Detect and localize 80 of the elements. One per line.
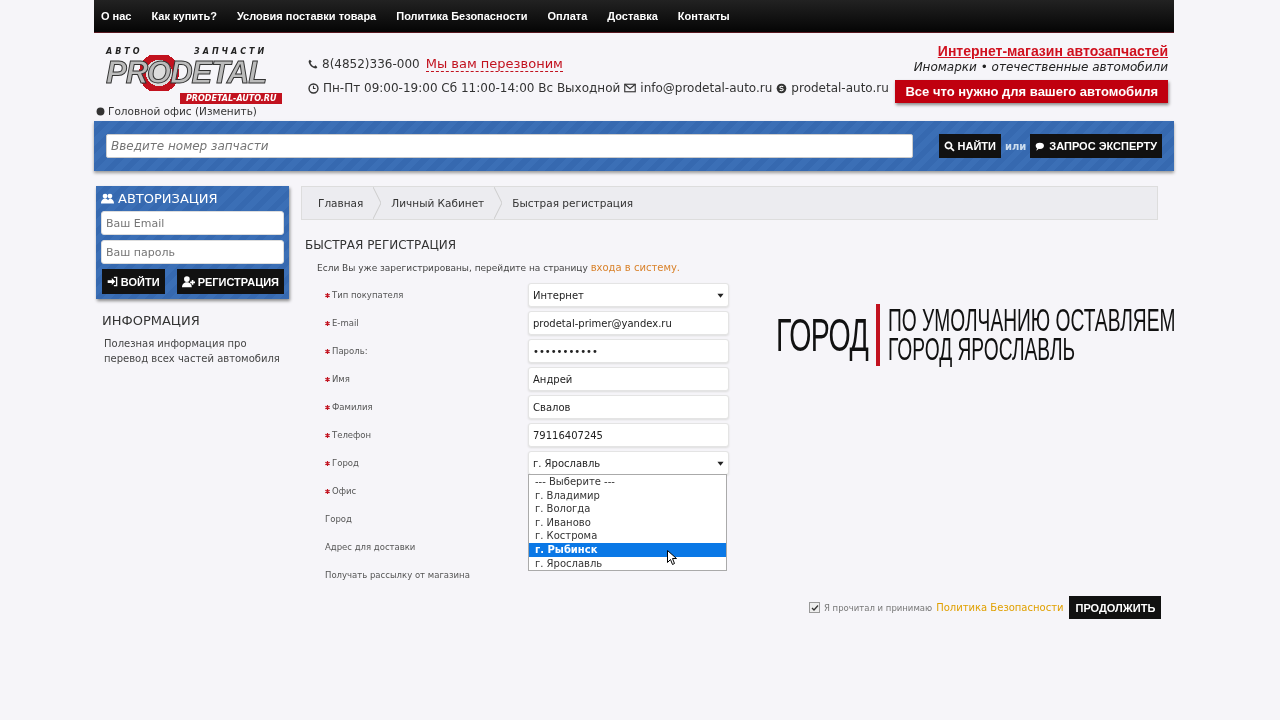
input-field[interactable]: 79116407245 xyxy=(528,423,729,447)
dropdown-option[interactable]: г. Рыбинск xyxy=(529,542,726,557)
field-label: E-mail xyxy=(301,318,528,328)
banner-slogan: Все что нужно для вашего автомобиля xyxy=(895,80,1168,103)
callback-link[interactable]: Мы вам перезвоним xyxy=(425,56,563,72)
search-icon xyxy=(943,140,955,152)
agree-checkbox[interactable] xyxy=(809,602,820,613)
caret-icon xyxy=(717,291,724,299)
info-text: Полезная информация про перевод всех частей автомобиля xyxy=(104,337,281,366)
skype-icon xyxy=(776,82,788,94)
nav-link[interactable]: О нас xyxy=(94,10,142,22)
input-field[interactable]: ••••••••••• xyxy=(528,339,729,363)
field-label: Город xyxy=(324,514,353,524)
info-title: ИНФОРМАЦИЯ xyxy=(102,313,201,328)
dropdown-option[interactable]: г. Владимир xyxy=(529,488,726,503)
search-field[interactable]: Введите номер запчасти xyxy=(106,134,913,158)
search-button[interactable]: НАЙТИ xyxy=(938,134,1001,158)
field-label: Пароль: xyxy=(301,346,528,356)
phone-number: 8(4852)336-000 xyxy=(322,57,420,71)
breadcrumb-separator xyxy=(494,187,503,219)
banner-subtitle: Иномарки • отечественные автомобили xyxy=(913,60,1168,74)
input-field[interactable]: Свалов xyxy=(528,395,729,419)
working-hours: Пн-Пт 09:00-19:00 Сб 11:00-14:00 Вс Выходной xyxy=(323,81,621,95)
breadcrumb-link[interactable]: Личный Кабинет xyxy=(381,197,495,209)
dropdown-option[interactable]: г. Ярославль xyxy=(529,556,726,571)
field-label: Тип покупателя xyxy=(301,290,528,300)
input-field[interactable]: prodetal-primer@yandex.ru xyxy=(528,311,729,335)
dropdown-option[interactable]: г. Иваново xyxy=(529,515,726,530)
field-label: Имя xyxy=(301,374,528,384)
breadcrumb-link[interactable]: Главная xyxy=(308,197,374,209)
user-plus-icon xyxy=(181,275,195,288)
sign-in-icon xyxy=(106,276,118,287)
field-label: Фамилия xyxy=(301,402,528,412)
chat-icon xyxy=(1035,140,1047,152)
clock-icon xyxy=(308,82,319,94)
email-field[interactable]: Ваш Email xyxy=(101,211,284,235)
logo-site: PRODETAL-AUTO.RU xyxy=(180,93,283,104)
nav-link[interactable]: Политика Безопасности xyxy=(386,10,538,22)
input-field[interactable]: Андрей xyxy=(528,367,729,391)
phone-icon xyxy=(308,59,318,69)
agree-text: Я прочитал и принимаю xyxy=(824,602,933,613)
logo-text: АВТО xyxy=(106,47,143,56)
field-label: Получать рассылку от магазина xyxy=(324,570,471,580)
continue-button[interactable]: ПРОДОЛЖИТЬ xyxy=(1069,596,1162,619)
select-field[interactable]: Интернет xyxy=(528,283,729,307)
login-notice: Если Вы уже зарегистрированы, перейдите на страницу входа в систему. xyxy=(317,262,682,273)
banner-title: Интернет-магазин автозапчастей xyxy=(937,43,1168,59)
pointer-icon xyxy=(667,550,677,565)
select-field[interactable]: г. Ярославль xyxy=(528,451,729,475)
expert-request-button[interactable]: ЗАПРОС ЭКСПЕРТУ xyxy=(1030,134,1162,158)
breadcrumb-separator xyxy=(373,187,382,219)
breadcrumb-link[interactable]: Быстрая регистрация xyxy=(502,197,644,209)
dropdown-option[interactable]: г. Вологда xyxy=(529,502,726,516)
login-button[interactable]: ВОЙТИ xyxy=(101,269,165,294)
caret-icon xyxy=(717,459,724,467)
caption-text: ПО УМОЛЧАНИЮ ОСТАВЛЯЕМ xyxy=(888,306,1176,335)
users-icon xyxy=(101,192,114,205)
dropdown-option[interactable]: --- Выберите --- xyxy=(529,475,726,489)
field-label: Адрес для доставки xyxy=(324,542,417,552)
field-label: Телефон xyxy=(301,430,528,440)
or-label: или xyxy=(1004,140,1027,152)
dropdown-option[interactable]: г. Кострома xyxy=(529,529,726,543)
nav-link[interactable]: Оплата xyxy=(537,10,598,22)
check-icon xyxy=(810,603,819,612)
nav-link[interactable]: Как купить? xyxy=(141,10,227,22)
envelope-icon xyxy=(624,82,637,94)
skype-name: prodetal-auto.ru xyxy=(791,81,889,95)
password-field[interactable]: Ваш пароль xyxy=(101,240,284,264)
login-title: АВТОРИЗАЦИЯ xyxy=(118,191,218,206)
register-button[interactable]: РЕГИСТРАЦИЯ xyxy=(176,269,284,294)
caption-title: ГОРОД xyxy=(776,310,869,360)
nav-link[interactable]: Контакты xyxy=(667,10,740,22)
email-address: info@prodetal-auto.ru xyxy=(640,81,773,95)
field-label: Город xyxy=(301,458,528,468)
page-title: БЫСТРАЯ РЕГИСТРАЦИЯ xyxy=(305,238,458,252)
logo-text: ЗАПЧАСТИ xyxy=(194,47,268,56)
nav-link[interactable]: Доставка xyxy=(597,10,668,22)
field-label: Офис xyxy=(301,486,528,496)
nav-link[interactable]: Условия поставки товара xyxy=(226,10,387,22)
office-link[interactable]: Головной офис (Изменить) xyxy=(108,105,257,117)
